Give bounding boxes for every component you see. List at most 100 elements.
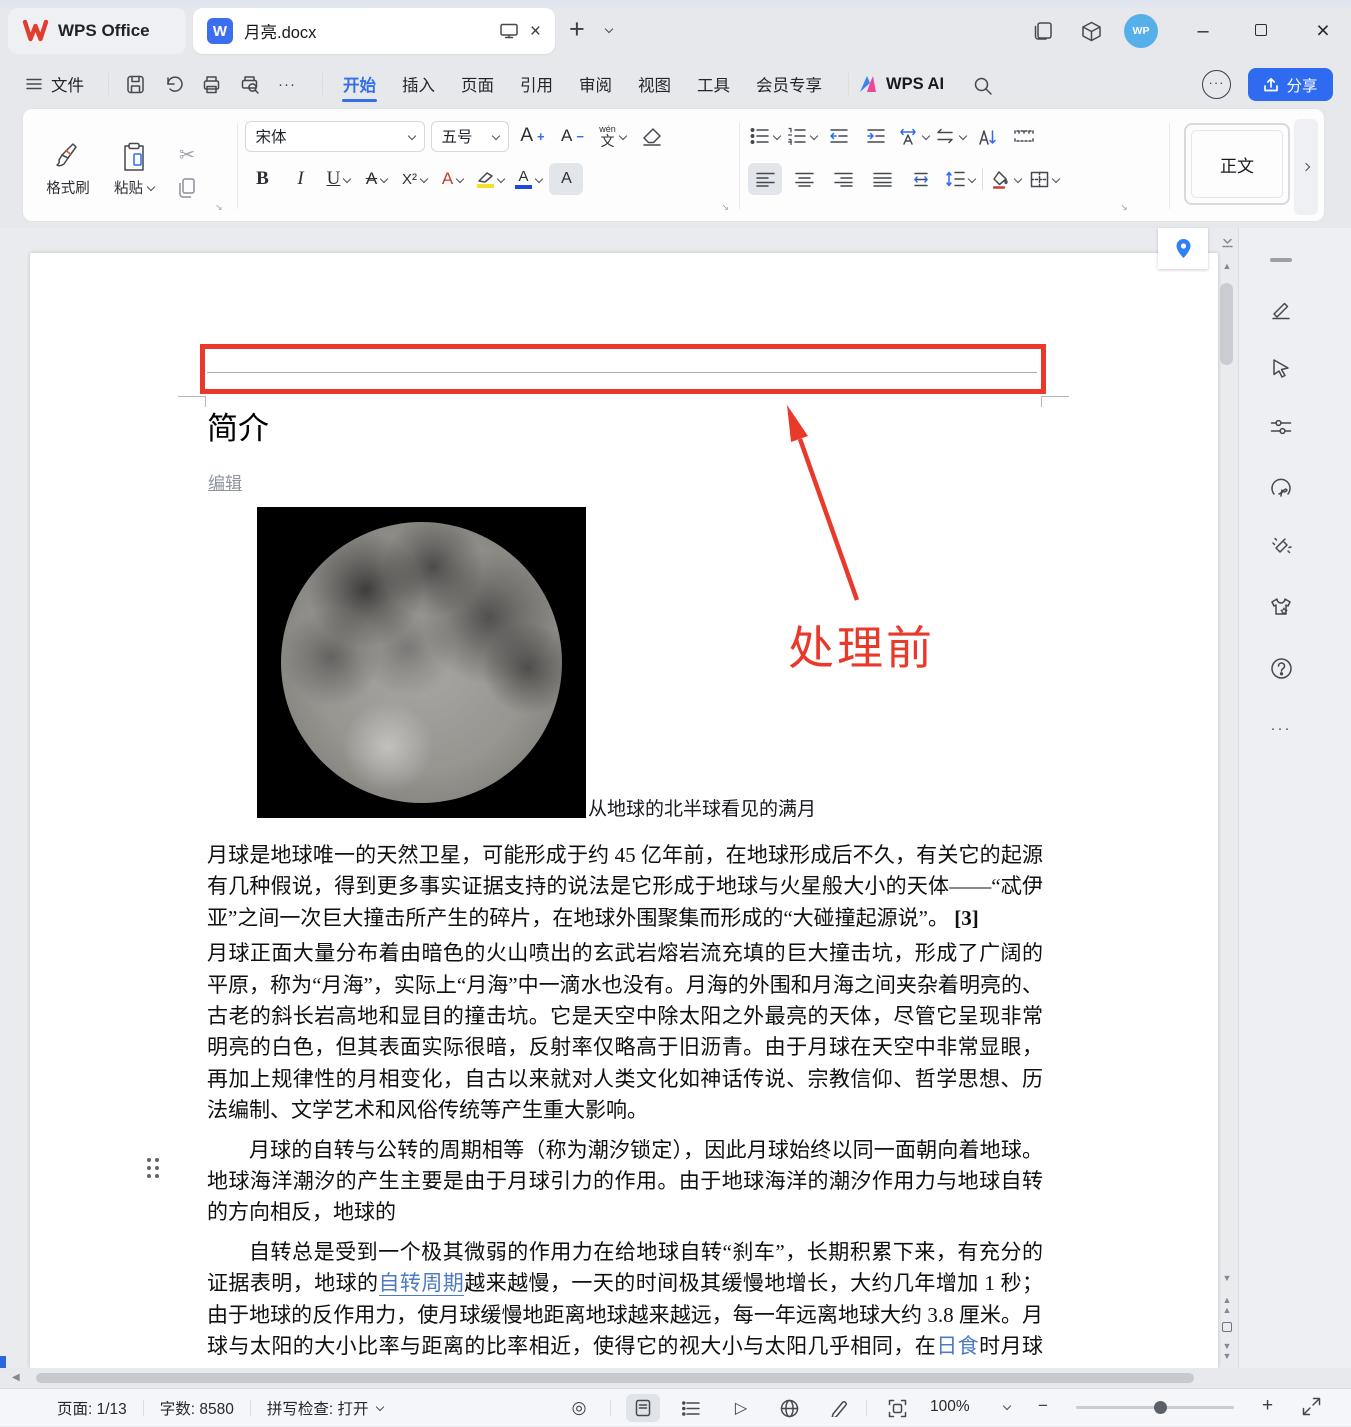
paragraph-drag-handle-icon[interactable] (147, 1158, 163, 1180)
font-size-select[interactable]: 五号 (431, 120, 510, 152)
focus-mode-button[interactable] (880, 1394, 914, 1422)
outline-view-button[interactable] (674, 1394, 708, 1422)
text-direction-button[interactable] (933, 120, 968, 152)
strikethrough-button[interactable]: A (359, 163, 393, 195)
sidebar-adjust-sliders-icon[interactable] (1261, 407, 1301, 447)
sidebar-collapse-handle[interactable] (1261, 240, 1301, 280)
italic-button[interactable]: I (283, 163, 317, 195)
moon-photo[interactable] (257, 507, 586, 818)
workbench-pages-icon[interactable] (1032, 20, 1054, 47)
new-tab-button[interactable]: + (569, 16, 585, 43)
bullet-list-button[interactable] (748, 120, 782, 152)
text-hyperlink[interactable]: 自转周期 (378, 1271, 465, 1297)
menu-tab-review[interactable]: 审阅 (566, 62, 625, 106)
character-scaling-button[interactable] (896, 120, 931, 152)
paste-label[interactable]: 粘贴 (114, 177, 156, 198)
decrease-font-size-button[interactable]: A − (555, 120, 589, 152)
text-hyperlink[interactable]: 日食 (936, 1334, 979, 1358)
wps-ai-button[interactable]: WPS AI (858, 62, 944, 106)
menu-tab-insert[interactable]: 插入 (389, 62, 448, 106)
distribute-button[interactable] (904, 163, 938, 195)
read-mode-button[interactable]: ▷ (724, 1394, 758, 1422)
text-effects-button[interactable]: A (435, 163, 469, 195)
sidebar-magic-wand-icon[interactable] (1261, 526, 1301, 566)
print-icon[interactable] (196, 69, 226, 99)
increase-indent-button[interactable] (859, 120, 893, 152)
previous-page-icon[interactable]: ▲ ▲ (1223, 1295, 1232, 1316)
user-avatar[interactable]: WP (1124, 14, 1158, 48)
decrease-indent-button[interactable] (822, 120, 856, 152)
share-button[interactable]: 分享 (1248, 68, 1333, 101)
horizontal-scroll-thumb[interactable] (36, 1373, 1194, 1383)
character-shading-button[interactable]: A (549, 163, 584, 195)
style-gallery-expand-button[interactable] (1293, 119, 1318, 215)
menu-tab-page[interactable]: 页面 (448, 62, 507, 106)
pinyin-guide-button[interactable]: wén 文 (595, 120, 629, 152)
zoom-out-button[interactable]: − (1038, 1396, 1048, 1416)
menu-tab-home[interactable]: 开始 (330, 62, 389, 106)
line-spacing-button[interactable] (943, 163, 977, 195)
superscript-button[interactable]: X² (397, 163, 431, 195)
edit-link[interactable]: 编辑 (208, 469, 242, 494)
page-indicator[interactable]: 页面: 1/13 (57, 1397, 127, 1419)
underline-button[interactable]: U (321, 163, 355, 195)
font-name-select[interactable]: 宋体 (245, 120, 426, 152)
justify-button[interactable] (865, 163, 899, 195)
highlight-color-button[interactable] (473, 163, 507, 195)
bold-button[interactable]: B (245, 163, 279, 195)
zoom-level-value[interactable]: 100% (930, 1398, 970, 1416)
undo-icon[interactable] (158, 69, 188, 99)
more-features-icon[interactable]: ··· (1202, 70, 1231, 99)
app-menu-button[interactable]: WPS Office (8, 8, 186, 54)
window-maximize-button[interactable] (1255, 24, 1267, 36)
increase-font-size-button[interactable]: A + (515, 120, 549, 152)
fullscreen-button[interactable] (1302, 1397, 1321, 1421)
window-minimize-button[interactable]: – (1190, 20, 1216, 43)
zoom-slider-thumb[interactable] (1154, 1401, 1167, 1414)
paste-button[interactable]: 粘贴 (103, 135, 165, 198)
font-dialog-launcher-icon[interactable]: ↘ (721, 202, 729, 213)
sidebar-more-icon[interactable]: ··· (1261, 708, 1301, 748)
document-tab[interactable]: W 月亮.docx × (193, 8, 555, 54)
font-color-button[interactable]: A (511, 163, 545, 195)
file-menu-button[interactable]: 文件 (26, 62, 84, 106)
horizontal-scrollbar[interactable]: ◀ (0, 1368, 1351, 1388)
sidebar-eco-reader-icon[interactable] (1261, 468, 1301, 508)
browse-object-icon[interactable] (1222, 1322, 1232, 1332)
numbered-list-button[interactable] (785, 120, 819, 152)
window-close-button[interactable]: × (1310, 17, 1336, 44)
menu-tab-tools[interactable]: 工具 (684, 62, 743, 106)
document-page[interactable]: 简介 编辑 从地球的北半球看见的满月 月球是地球唯一的天然卫星，可能形成于约 4… (30, 253, 1218, 1368)
print-preview-icon[interactable] (234, 69, 264, 99)
style-item-bodytext[interactable]: 正文 (1183, 123, 1290, 205)
sidebar-edit-pen-icon[interactable] (1261, 290, 1301, 330)
eye-protect-icon[interactable]: ◎ (562, 1394, 596, 1422)
save-icon[interactable] (120, 69, 150, 99)
paragraph-dialog-launcher-icon[interactable]: ↘ (1120, 202, 1128, 213)
position-pin-overlay[interactable] (1158, 228, 1208, 269)
next-page-icon[interactable]: ▼ ▼ (1223, 1341, 1232, 1362)
menu-tab-reference[interactable]: 引用 (507, 62, 566, 106)
align-center-button[interactable] (787, 163, 821, 195)
tab-list-chevron-icon[interactable] (604, 24, 614, 34)
scroll-down-icon[interactable]: ▼ (1223, 1273, 1232, 1284)
format-painter-button[interactable]: 格式刷 (33, 135, 103, 198)
menu-tab-view[interactable]: 视图 (625, 62, 684, 106)
align-left-button[interactable] (748, 163, 783, 195)
more-commands-icon[interactable]: ··· (272, 69, 302, 99)
clipboard-dialog-launcher-icon[interactable]: ↘ (215, 202, 223, 213)
ink-pen-button[interactable] (822, 1394, 856, 1422)
search-icon[interactable] (968, 71, 998, 101)
zoom-slider[interactable] (1076, 1401, 1234, 1414)
vertical-scroll-thumb[interactable] (1220, 283, 1233, 365)
shading-color-button[interactable] (988, 163, 1023, 195)
page-view-button[interactable] (626, 1394, 660, 1422)
show-marks-button[interactable] (1007, 120, 1041, 152)
tab-close-icon[interactable]: × (530, 22, 541, 41)
sidebar-help-icon[interactable] (1261, 648, 1301, 688)
zoom-in-button[interactable]: + (1262, 1395, 1273, 1417)
spell-check-toggle[interactable]: 拼写检查: 打开 (267, 1397, 384, 1419)
scroll-up-icon[interactable]: ▲ (1223, 261, 1232, 272)
collapse-ribbon-icon[interactable] (1221, 238, 1234, 253)
clear-format-button[interactable] (635, 120, 669, 152)
